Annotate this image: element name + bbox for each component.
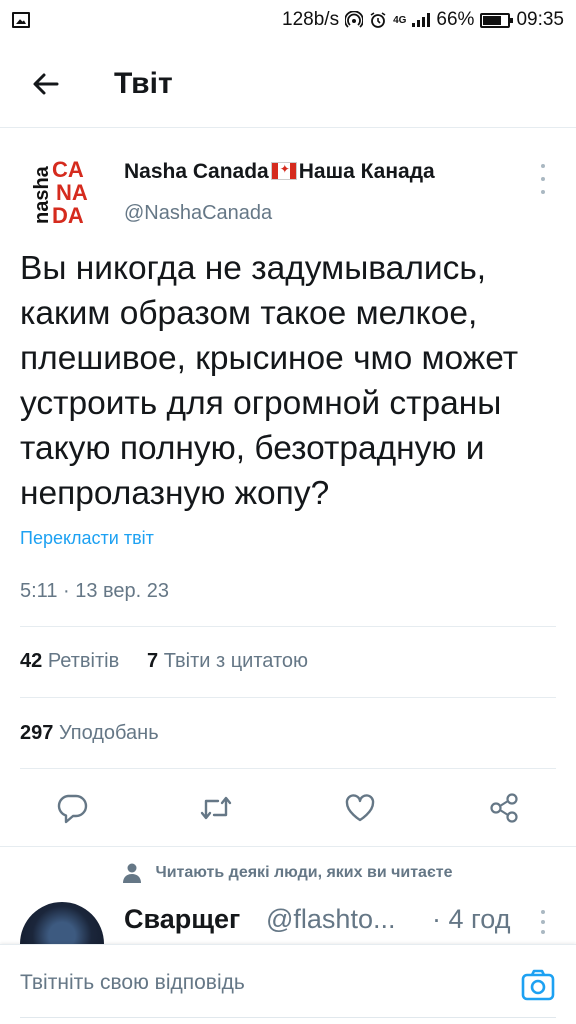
app-header: Твіт xyxy=(0,40,576,128)
nasha-canada-logo: nasha CA NA DA xyxy=(31,157,88,228)
retweet-button[interactable] xyxy=(194,786,238,830)
retweets-stat[interactable]: 42 Ретвітів xyxy=(20,650,119,672)
retweets-label: Ретвітів xyxy=(47,650,120,672)
camera-button[interactable] xyxy=(520,967,556,1003)
logo-line2: NA xyxy=(56,180,88,205)
reply-time: · 4 год xyxy=(432,904,511,934)
author-name[interactable]: Nasha Canada Наша Канада xyxy=(124,160,435,184)
translate-tweet-link[interactable]: Перекласти твіт xyxy=(20,528,154,549)
person-icon xyxy=(123,863,142,883)
tweet-text: Вы никогда не задумывались, каким образо… xyxy=(20,250,519,512)
quotes-label: Твіти з цитатою xyxy=(163,650,309,672)
tweet-actions xyxy=(0,780,576,836)
gallery-notification-icon xyxy=(12,12,30,28)
engagement-stats: 42 Ретвітів 7 Твіти з цитатою xyxy=(20,650,308,673)
camera-icon xyxy=(521,969,555,1001)
tweet-author: nasha CA NA DA Nasha Canada Наша Канада @… xyxy=(20,150,556,230)
share-icon xyxy=(490,793,518,823)
followed-by-text: Читають деякі люди, яких ви читаєте xyxy=(155,863,453,881)
more-options-icon[interactable] xyxy=(540,910,546,934)
logo-vertical-text: nasha xyxy=(31,165,53,224)
battery-icon xyxy=(480,12,514,28)
status-bar: 128b/s 4G 66% 09:35 xyxy=(0,0,576,40)
reply-input[interactable] xyxy=(20,971,490,995)
retweet-icon xyxy=(200,796,232,820)
back-button[interactable] xyxy=(16,54,76,114)
likes-count: 297 xyxy=(20,722,54,744)
reply-icon xyxy=(57,794,88,824)
heart-icon xyxy=(345,794,375,822)
divider xyxy=(20,768,556,769)
status-bar-right: 128b/s 4G 66% 09:35 xyxy=(282,9,564,31)
reply-button[interactable] xyxy=(50,786,94,830)
signal-icon xyxy=(412,13,431,27)
canada-flag-icon xyxy=(270,162,297,180)
share-button[interactable] xyxy=(482,786,526,830)
like-button[interactable] xyxy=(338,786,382,830)
author-handle[interactable]: @NashaCanada xyxy=(124,202,272,225)
reply-compose-bar xyxy=(0,944,576,1024)
compose-underline xyxy=(20,1017,556,1018)
avatar[interactable]: nasha CA NA DA xyxy=(20,150,100,230)
clock: 09:35 xyxy=(516,9,564,30)
avatar[interactable] xyxy=(20,902,104,944)
quotes-count: 7 xyxy=(147,650,159,672)
network-type: 4G xyxy=(393,14,407,26)
reply-author-handle[interactable]: @flashto... xyxy=(266,904,395,935)
alarm-icon xyxy=(369,11,387,29)
author-name-cyrillic: Наша Канада xyxy=(298,160,435,183)
net-speed: 128b/s xyxy=(282,9,340,30)
retweets-count: 42 xyxy=(20,650,43,672)
page-title: Твіт xyxy=(114,66,173,100)
quotes-stat[interactable]: 7 Твіти з цитатою xyxy=(147,650,308,672)
followed-by-note: Читають деякі люди, яких ви читаєте xyxy=(0,846,576,898)
author-name-latin: Nasha Canada xyxy=(124,160,269,183)
divider xyxy=(20,626,556,627)
reply-author-name[interactable]: Сварщег xyxy=(124,904,240,935)
likes-stat[interactable]: 297 Уподобань xyxy=(20,722,159,745)
reply-tweet[interactable]: Сварщег @flashto... · 4 год xyxy=(0,898,576,944)
arrow-left-icon xyxy=(33,73,59,94)
logo-line3: DA xyxy=(52,203,84,228)
battery-percent: 66% xyxy=(436,9,475,30)
logo-line1: CA xyxy=(52,157,84,182)
more-options-icon[interactable] xyxy=(538,164,548,194)
likes-label: Уподобань xyxy=(58,722,159,744)
tweet-timestamp: 5:11 · 13 вер. 23 xyxy=(20,580,170,602)
divider xyxy=(20,697,556,698)
hotspot-icon xyxy=(345,11,364,29)
